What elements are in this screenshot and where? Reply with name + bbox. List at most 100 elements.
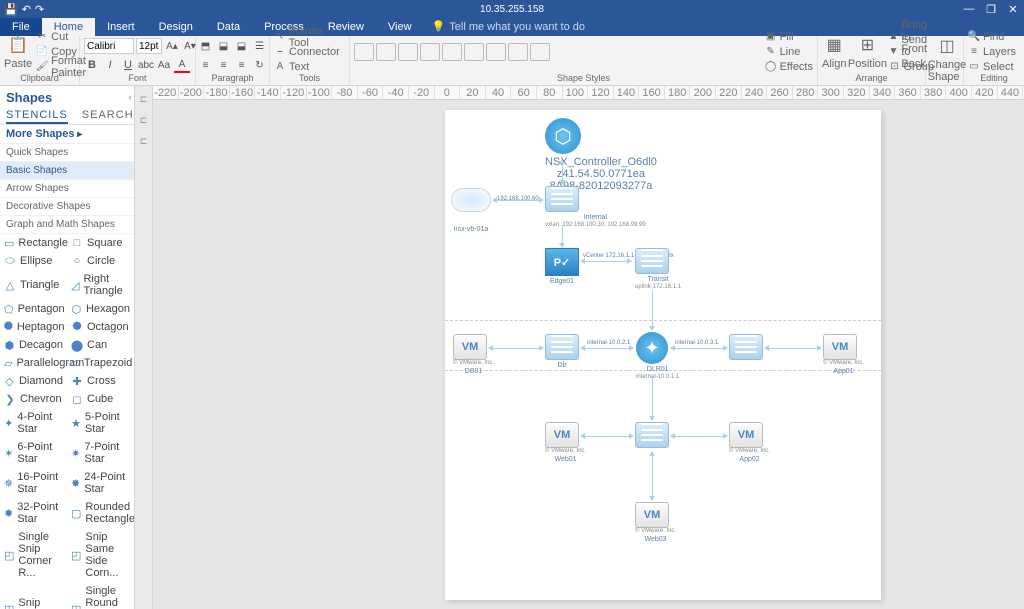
app2-vm[interactable]: VM [729,422,763,448]
italic-button[interactable]: I [102,57,118,73]
shape-item[interactable]: ◿Right Triangle [67,270,134,300]
align-button[interactable]: ▦Align [822,34,846,70]
shape-item[interactable]: ◰Single Round Corner Rect... [67,582,134,609]
maximize-button[interactable]: ❐ [984,3,998,16]
canvas[interactable]: -220-200-180-160-140-120-100-80-60-40-20… [153,86,1024,609]
effects-button[interactable]: ◯Effects [765,60,813,73]
shape-item[interactable]: ✷7-Point Star [67,438,134,468]
tab-stencils[interactable]: STENCILS [6,109,68,124]
bold-button[interactable]: B [84,57,100,73]
dlr-router[interactable] [636,332,668,364]
line-button[interactable]: ✎Line [765,45,813,58]
save-icon[interactable]: 💾 [4,3,18,16]
connector-tool[interactable]: ⎯Connector [274,45,345,58]
shape-item[interactable]: ⬡Hexagon [67,300,134,318]
shape-row: ◰Single Snip Corner R...◰Snip Same Side … [0,528,134,582]
app-switch[interactable] [729,334,763,360]
divider[interactable]: ⊏⊏⊏ [135,86,153,609]
align-mid-icon[interactable]: ⬓ [216,38,232,54]
text-highlight-button[interactable]: Aa [156,57,172,73]
shape-item[interactable]: ✵16-Point Star [0,468,67,498]
shape-item[interactable]: ✚Cross [67,372,134,390]
shape-item[interactable]: ○Circle [67,252,134,270]
shape-item[interactable]: ◰Single Snip Corner R... [0,528,67,582]
shape-icon: ✹ [4,507,13,519]
cut-button[interactable]: ✂Cut [36,30,86,43]
font-size-input[interactable] [136,38,162,54]
minimize-button[interactable]: — [962,3,976,16]
tab-search[interactable]: SEARCH [82,109,134,124]
inc-font-icon[interactable]: A▴ [164,38,180,54]
extra-vm[interactable]: VM [635,502,669,528]
shape-item[interactable]: ⏢Trapezoid [67,354,134,372]
select-button[interactable]: ▭Select [968,60,1016,73]
cat-quick[interactable]: Quick Shapes [0,144,134,162]
shape-item[interactable]: ▭Rectangle [0,234,67,252]
shape-item[interactable]: ▢Rounded Rectangle [67,498,134,528]
style-gallery[interactable] [354,43,550,61]
shape-item[interactable]: ⬤Can [67,336,134,354]
db-switch[interactable] [545,334,579,360]
cat-decorative[interactable]: Decorative Shapes [0,198,134,216]
shape-item[interactable]: ⯄Octagon [67,318,134,336]
internal-switch[interactable] [545,186,579,212]
strike-button[interactable]: abc [138,57,154,73]
shape-item[interactable]: ⯃Heptagon [0,318,67,336]
shape-label: Square [87,237,122,249]
cat-graph[interactable]: Graph and Math Shapes [0,216,134,234]
align-left-icon[interactable]: ≡ [198,57,214,73]
shape-item[interactable]: ⬢Decagon [0,336,67,354]
paste-button[interactable]: 📋Paste [4,34,32,70]
shape-item[interactable]: ★5-Point Star [67,408,134,438]
align-top-icon[interactable]: ⬒ [198,38,214,54]
web-switch[interactable] [635,422,669,448]
undo-icon[interactable]: ↶ [22,3,31,16]
shape-item[interactable]: ⬠Pentagon [0,300,67,318]
shape-item[interactable]: ◰Snip Diagon... [0,582,67,609]
shape-item[interactable]: ⬭Ellipse [0,252,67,270]
layers-button[interactable]: ≡Layers [968,45,1016,58]
font-name-input[interactable] [84,38,134,54]
app-vm[interactable]: VM [823,334,857,360]
cat-arrow[interactable]: Arrow Shapes [0,180,134,198]
pointer-tool[interactable]: ↖Pointer Tool [274,30,345,43]
collapse-icon[interactable]: ‹ [129,92,132,103]
redo-icon[interactable]: ↷ [35,3,44,16]
align-bot-icon[interactable]: ⬓ [234,38,250,54]
tab-design[interactable]: Design [147,18,205,36]
shape-item[interactable]: ◇Diamond [0,372,67,390]
tab-data[interactable]: Data [205,18,252,36]
fill-button[interactable]: ▣Fill [765,30,813,43]
more-shapes[interactable]: More Shapes ▸ [0,125,134,144]
position-button[interactable]: ⊞Position [850,34,884,70]
db-vm[interactable]: VM [453,334,487,360]
shape-item[interactable]: ✸24-Point Star [67,468,134,498]
shape-item[interactable]: ◰Snip Same Side Corn... [67,528,134,582]
find-button[interactable]: 🔍Find [968,30,1016,43]
format-painter-button[interactable]: 🖌Format Painter [36,60,86,73]
tab-insert[interactable]: Insert [95,18,147,36]
shape-item[interactable]: ✶6-Point Star [0,438,67,468]
align-right-icon[interactable]: ≡ [234,57,250,73]
cat-basic[interactable]: Basic Shapes [0,162,134,180]
controller-icon[interactable] [545,118,581,154]
transit-switch[interactable] [635,248,669,274]
shape-item[interactable]: ❯Chevron [0,390,67,408]
edge-node[interactable]: P✓ [545,248,579,276]
close-button[interactable]: ✕ [1006,3,1020,16]
shape-item[interactable]: ◻Cube [67,390,134,408]
shape-item[interactable]: △Triangle [0,270,67,300]
underline-button[interactable]: U [120,57,136,73]
font-color-button[interactable]: A [174,57,190,73]
text-tool[interactable]: AText [274,60,345,73]
shape-item[interactable]: □Square [67,234,134,252]
shape-item[interactable]: ▱Parallelogram [0,354,67,372]
web-vm[interactable]: VM [545,422,579,448]
shape-item[interactable]: ✹32-Point Star [0,498,67,528]
align-center-icon[interactable]: ≡ [216,57,232,73]
change-shape-button[interactable]: ◫Change Shape [930,35,964,83]
shape-item[interactable]: ✦4-Point Star [0,408,67,438]
cloud-icon[interactable] [451,188,491,212]
bullets-icon[interactable]: ☰ [252,38,268,54]
rotate-icon[interactable]: ↻ [252,57,268,73]
